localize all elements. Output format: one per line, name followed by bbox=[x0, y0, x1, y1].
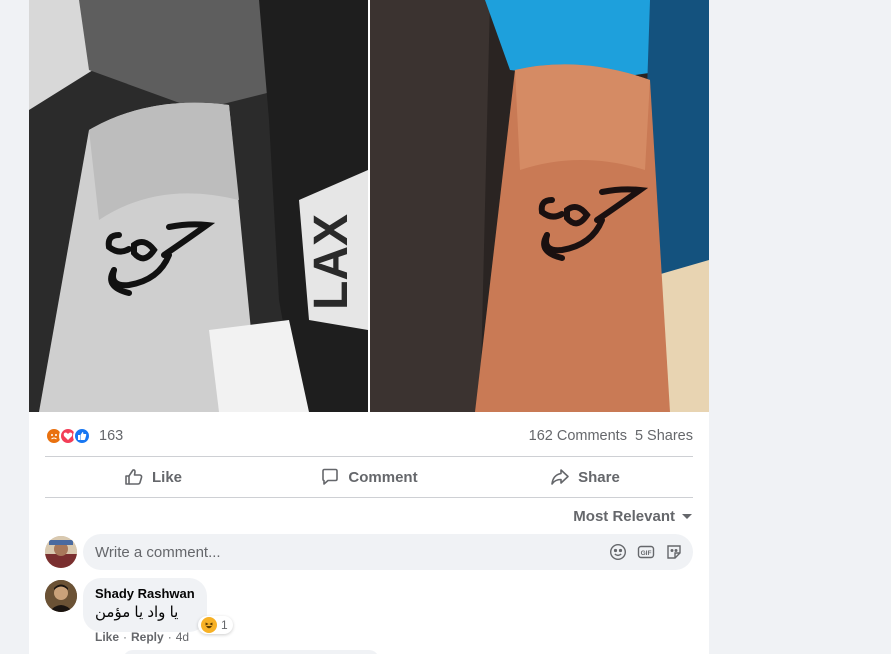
meta-separator: · bbox=[123, 630, 128, 644]
comment-like-link[interactable]: Like bbox=[95, 630, 119, 644]
comment-author-name[interactable]: Shady Rashwan bbox=[95, 586, 195, 602]
post-card: LAX 163 162 Comments 5 Shares Like Comme… bbox=[29, 0, 709, 654]
haha-icon bbox=[201, 617, 218, 633]
shares-count-link[interactable]: 5 Shares bbox=[635, 428, 693, 444]
reactions-summary: 163 162 Comments 5 Shares bbox=[45, 422, 693, 450]
svg-text:LAX: LAX bbox=[305, 214, 358, 310]
comment-bubble-icon bbox=[320, 467, 340, 487]
post-stats: 162 Comments 5 Shares bbox=[529, 428, 693, 444]
comment-button[interactable]: Comment bbox=[261, 460, 477, 494]
post-actions: Like Comment Share bbox=[45, 458, 693, 496]
like-icon bbox=[73, 427, 91, 445]
comment-sort-dropdown[interactable]: Most Relevant bbox=[573, 505, 693, 527]
comment-text: يا واد يا مؤمن bbox=[95, 604, 179, 621]
sort-label: Most Relevant bbox=[573, 507, 675, 525]
reaction-count[interactable]: 163 bbox=[99, 428, 123, 444]
share-button[interactable]: Share bbox=[477, 460, 693, 494]
caret-down-icon bbox=[681, 508, 693, 525]
comment-composer: GIF bbox=[83, 533, 693, 571]
photo-left-grayscale[interactable]: LAX bbox=[29, 0, 368, 412]
gif-icon[interactable]: GIF bbox=[637, 543, 655, 561]
comments-count-link[interactable]: 162 Comments bbox=[529, 428, 627, 444]
post-photos[interactable]: LAX bbox=[29, 0, 709, 412]
next-comment-bubble-partial bbox=[123, 650, 379, 654]
meta-separator: · bbox=[167, 630, 172, 644]
photo-right-color[interactable] bbox=[370, 0, 709, 412]
comment-age[interactable]: 4d bbox=[176, 630, 189, 644]
reaction-icons[interactable] bbox=[45, 427, 91, 445]
comment-author-avatar[interactable] bbox=[45, 580, 77, 612]
share-label: Share bbox=[578, 468, 620, 486]
comment-label: Comment bbox=[348, 468, 418, 486]
comment-actions: Like · Reply · 4d bbox=[95, 630, 189, 644]
comment-reaction-count: 1 bbox=[221, 618, 228, 632]
divider-top bbox=[45, 456, 693, 457]
current-user-avatar[interactable] bbox=[45, 536, 77, 568]
comment-reaction-badge[interactable]: 1 bbox=[198, 616, 233, 634]
like-button[interactable]: Like bbox=[45, 460, 261, 494]
thumbs-up-icon bbox=[124, 467, 144, 487]
comment-input[interactable] bbox=[83, 533, 609, 571]
share-arrow-icon bbox=[550, 467, 570, 487]
comment-bubble: Shady Rashwan يا واد يا مؤمن 1 bbox=[83, 578, 233, 634]
divider-bottom bbox=[45, 497, 693, 498]
emoji-icon[interactable] bbox=[609, 543, 627, 561]
composer-tools: GIF bbox=[609, 543, 693, 561]
svg-text:GIF: GIF bbox=[641, 550, 652, 557]
sticker-icon[interactable] bbox=[665, 543, 683, 561]
like-label: Like bbox=[151, 468, 182, 486]
comment-reply-link[interactable]: Reply bbox=[131, 630, 164, 644]
